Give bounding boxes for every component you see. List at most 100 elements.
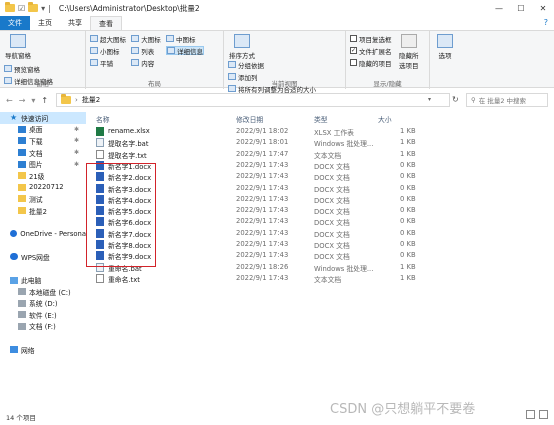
nav-item[interactable]: 网络 xyxy=(0,344,86,356)
folder-icon xyxy=(18,195,26,203)
hide-selected-button[interactable]: 隐藏所选项目 xyxy=(397,34,421,70)
layout-details[interactable]: 详细信息 xyxy=(165,46,204,56)
nav-item[interactable]: 21级 xyxy=(0,170,86,182)
nav-item-label: 网络 xyxy=(21,346,35,355)
sort-by-button[interactable]: 排序方式 xyxy=(228,34,256,60)
file-type: DOCX 文档 xyxy=(314,162,350,171)
ribbon-tabs: 文件 主页 共享 查看 ? xyxy=(0,16,554,30)
layout-content[interactable]: 内容 xyxy=(131,58,161,68)
column-header-size[interactable]: 大小 xyxy=(378,114,392,124)
chevron-down-icon[interactable]: ▾ xyxy=(41,4,45,13)
layout-tiles[interactable]: 平铺 xyxy=(90,58,126,68)
layout-extra-large-icons[interactable]: 超大图标 xyxy=(90,34,126,44)
new-folder-icon[interactable] xyxy=(28,2,39,12)
nav-item[interactable]: 文档 ✱ xyxy=(0,147,86,159)
file-row[interactable]: 新名字6.docx 2022/9/1 17:43 DOCX 文档 0 KB xyxy=(90,216,550,227)
item-checkbox-toggle[interactable]: 项目复选框 xyxy=(350,34,392,44)
nav-item[interactable]: 系统 (D:) xyxy=(0,298,86,310)
maximize-button[interactable]: ☐ xyxy=(510,0,532,16)
group-by-button[interactable]: 分组依据 xyxy=(228,60,316,70)
file-row[interactable]: 新名字5.docx 2022/9/1 17:43 DOCX 文档 0 KB xyxy=(90,205,550,216)
breadcrumb-folder[interactable]: 批量2 xyxy=(82,95,100,105)
nav-item[interactable]: 测试 xyxy=(0,193,86,205)
layout-icon xyxy=(131,59,140,66)
large-icons-view-icon[interactable] xyxy=(539,410,548,419)
nav-item[interactable]: WPS网盘 xyxy=(0,251,86,263)
txt-file-icon xyxy=(96,149,104,159)
help-icon[interactable]: ? xyxy=(544,18,548,27)
search-box[interactable]: ⚲ 在 批量2 中搜索 xyxy=(466,93,548,107)
checkbox-icon[interactable]: ☑ xyxy=(18,4,25,13)
file-row[interactable]: 新名字7.docx 2022/9/1 17:43 DOCX 文档 0 KB xyxy=(90,228,550,239)
back-arrow-icon[interactable]: ← xyxy=(6,96,13,105)
tab-share[interactable]: 共享 xyxy=(60,16,90,30)
nav-item[interactable]: 软件 (E:) xyxy=(0,309,86,321)
address-bar[interactable]: › 批量2 ▾ xyxy=(56,93,450,107)
column-header-name[interactable]: 名称 xyxy=(96,114,110,124)
hidden-items-toggle[interactable]: 隐藏的项目 xyxy=(350,58,392,68)
nav-item[interactable]: 文档 (F:) xyxy=(0,321,86,333)
file-row[interactable]: 提取名字.txt 2022/9/1 17:47 文本文档 1 KB xyxy=(90,149,550,160)
tab-home[interactable]: 主页 xyxy=(30,16,60,30)
file-size: 1 KB xyxy=(400,138,416,147)
tab-view[interactable]: 查看 xyxy=(90,16,122,30)
file-row[interactable]: 重命名.bat 2022/9/1 18:26 Windows 批处理... 1 KB xyxy=(90,262,550,273)
recent-dropdown-icon[interactable]: ▾ xyxy=(31,96,35,105)
close-button[interactable]: ✕ xyxy=(532,0,554,16)
nav-item-label: 测试 xyxy=(29,195,43,204)
chevron-down-icon[interactable]: ▾ xyxy=(428,96,431,103)
nav-item[interactable]: 下载 ✱ xyxy=(0,135,86,147)
nav-item-label: 快速访问 xyxy=(21,114,49,123)
up-arrow-icon[interactable]: ↑ xyxy=(41,96,48,105)
file-name: rename.xlsx xyxy=(108,127,150,135)
pin-icon: ✱ xyxy=(74,160,80,168)
file-row[interactable]: 新名字4.docx 2022/9/1 17:43 DOCX 文档 0 KB xyxy=(90,194,550,205)
nav-item[interactable]: 此电脑 xyxy=(0,274,86,286)
forward-arrow-icon[interactable]: → xyxy=(19,96,26,105)
file-row[interactable]: 新名字1.docx 2022/9/1 17:43 DOCX 文档 0 KB xyxy=(90,160,550,171)
nav-item-label: 图片 xyxy=(29,161,43,170)
tab-file[interactable]: 文件 xyxy=(0,16,30,30)
minimize-button[interactable]: — xyxy=(488,0,510,16)
checkbox[interactable] xyxy=(350,59,357,66)
nav-pane-button[interactable]: 导航窗格 xyxy=(4,34,32,60)
checkbox-checked[interactable]: ✓ xyxy=(350,47,357,54)
preview-pane-button[interactable]: 预览窗格 xyxy=(4,64,53,74)
file-row[interactable]: 重命名.txt 2022/9/1 17:43 文本文档 1 KB xyxy=(90,273,550,284)
nav-item[interactable]: 20220712 xyxy=(0,182,86,194)
chevron-right-icon[interactable]: › xyxy=(75,96,78,104)
file-row[interactable]: 提取名字.bat 2022/9/1 18:01 Windows 批处理... 1 KB xyxy=(90,137,550,148)
refresh-icon[interactable]: ↻ xyxy=(452,95,459,104)
file-type: 文本文档 xyxy=(314,275,342,284)
file-type: 文本文档 xyxy=(314,151,342,160)
checkbox[interactable] xyxy=(350,35,357,42)
options-button[interactable]: 选项 xyxy=(434,34,456,60)
file-row[interactable]: rename.xlsx 2022/9/1 18:02 XLSX 工作表 1 KB xyxy=(90,126,550,137)
folder-icon xyxy=(18,172,26,180)
file-row[interactable]: 新名字2.docx 2022/9/1 17:43 DOCX 文档 0 KB xyxy=(90,171,550,182)
nav-item[interactable]: 本地磁盘 (C:) xyxy=(0,286,86,298)
file-name: 提取名字.bat xyxy=(108,140,149,149)
layout-small-icons[interactable]: 小图标 xyxy=(90,46,126,56)
file-extension-toggle[interactable]: ✓ 文件扩展名 xyxy=(350,46,392,56)
file-type: DOCX 文档 xyxy=(314,208,350,217)
drive-icon xyxy=(18,299,26,307)
nav-item[interactable]: 图片 ✱ xyxy=(0,158,86,170)
column-header-type[interactable]: 类型 xyxy=(314,114,328,124)
pin-icon: ✱ xyxy=(74,125,80,133)
nav-item[interactable]: 桌面 ✱ xyxy=(0,124,86,136)
nav-item[interactable]: ★ 快速访问 xyxy=(0,112,86,124)
file-row[interactable]: 新名字9.docx 2022/9/1 17:43 DOCX 文档 0 KB xyxy=(90,250,550,261)
nav-item[interactable]: 批量2 xyxy=(0,205,86,217)
layout-large-icons[interactable]: 大图标 xyxy=(131,34,161,44)
details-view-icon[interactable] xyxy=(526,410,535,419)
file-row[interactable]: 新名字3.docx 2022/9/1 17:43 DOCX 文档 0 KB xyxy=(90,183,550,194)
drive-icon xyxy=(18,288,26,296)
file-row[interactable]: 新名字8.docx 2022/9/1 17:43 DOCX 文档 0 KB xyxy=(90,239,550,250)
nav-item[interactable]: OneDrive - Persona xyxy=(0,228,86,240)
layout-medium-icons[interactable]: 中图标 xyxy=(165,34,204,44)
column-header-date[interactable]: 修改日期 xyxy=(236,114,263,124)
layout-list[interactable]: 列表 xyxy=(131,46,161,56)
